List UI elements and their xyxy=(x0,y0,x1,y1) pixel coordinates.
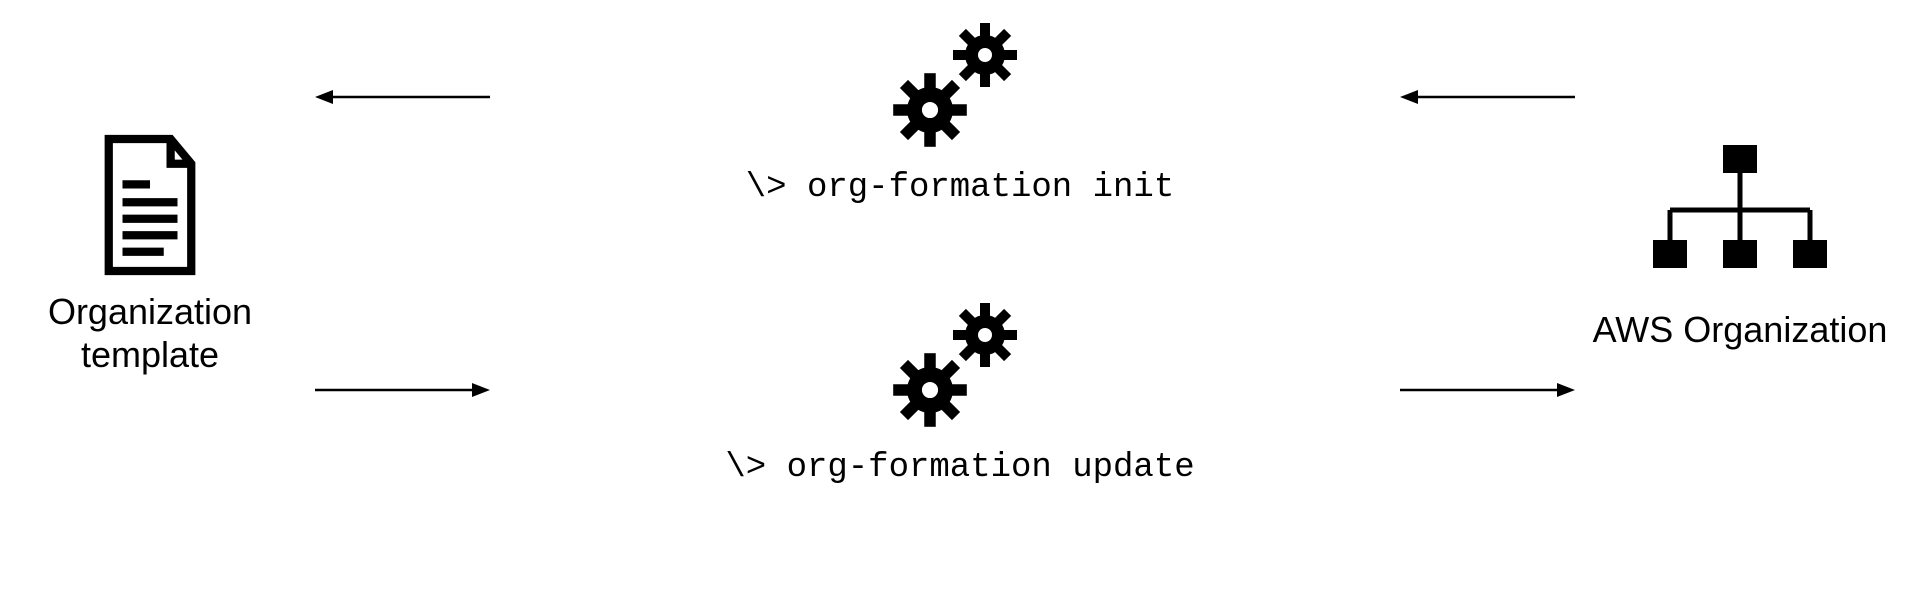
gears-icon xyxy=(875,10,1045,155)
arrow-template-to-update xyxy=(315,378,490,402)
organization-template-label-line2: template xyxy=(0,333,300,376)
organization-template-label-line1: Organization xyxy=(0,290,300,333)
update-command: \> org-formation update xyxy=(560,449,1360,487)
init-step: \> org-formation init xyxy=(560,10,1360,207)
organization-template-node: Organization template xyxy=(0,130,300,376)
arrow-aws-to-init xyxy=(1400,85,1575,109)
arrow-update-to-aws xyxy=(1400,378,1575,402)
aws-organization-label: AWS Organization xyxy=(1570,308,1910,351)
aws-organization-node: AWS Organization xyxy=(1570,140,1910,351)
diagram-canvas: Organization template AWS Organization xyxy=(0,0,1917,592)
document-icon xyxy=(95,130,205,280)
arrow-init-to-template xyxy=(315,85,490,109)
init-command: \> org-formation init xyxy=(560,169,1360,207)
gears-icon xyxy=(875,290,1045,435)
update-step: \> org-formation update xyxy=(560,290,1360,487)
org-chart-icon xyxy=(1640,140,1840,290)
